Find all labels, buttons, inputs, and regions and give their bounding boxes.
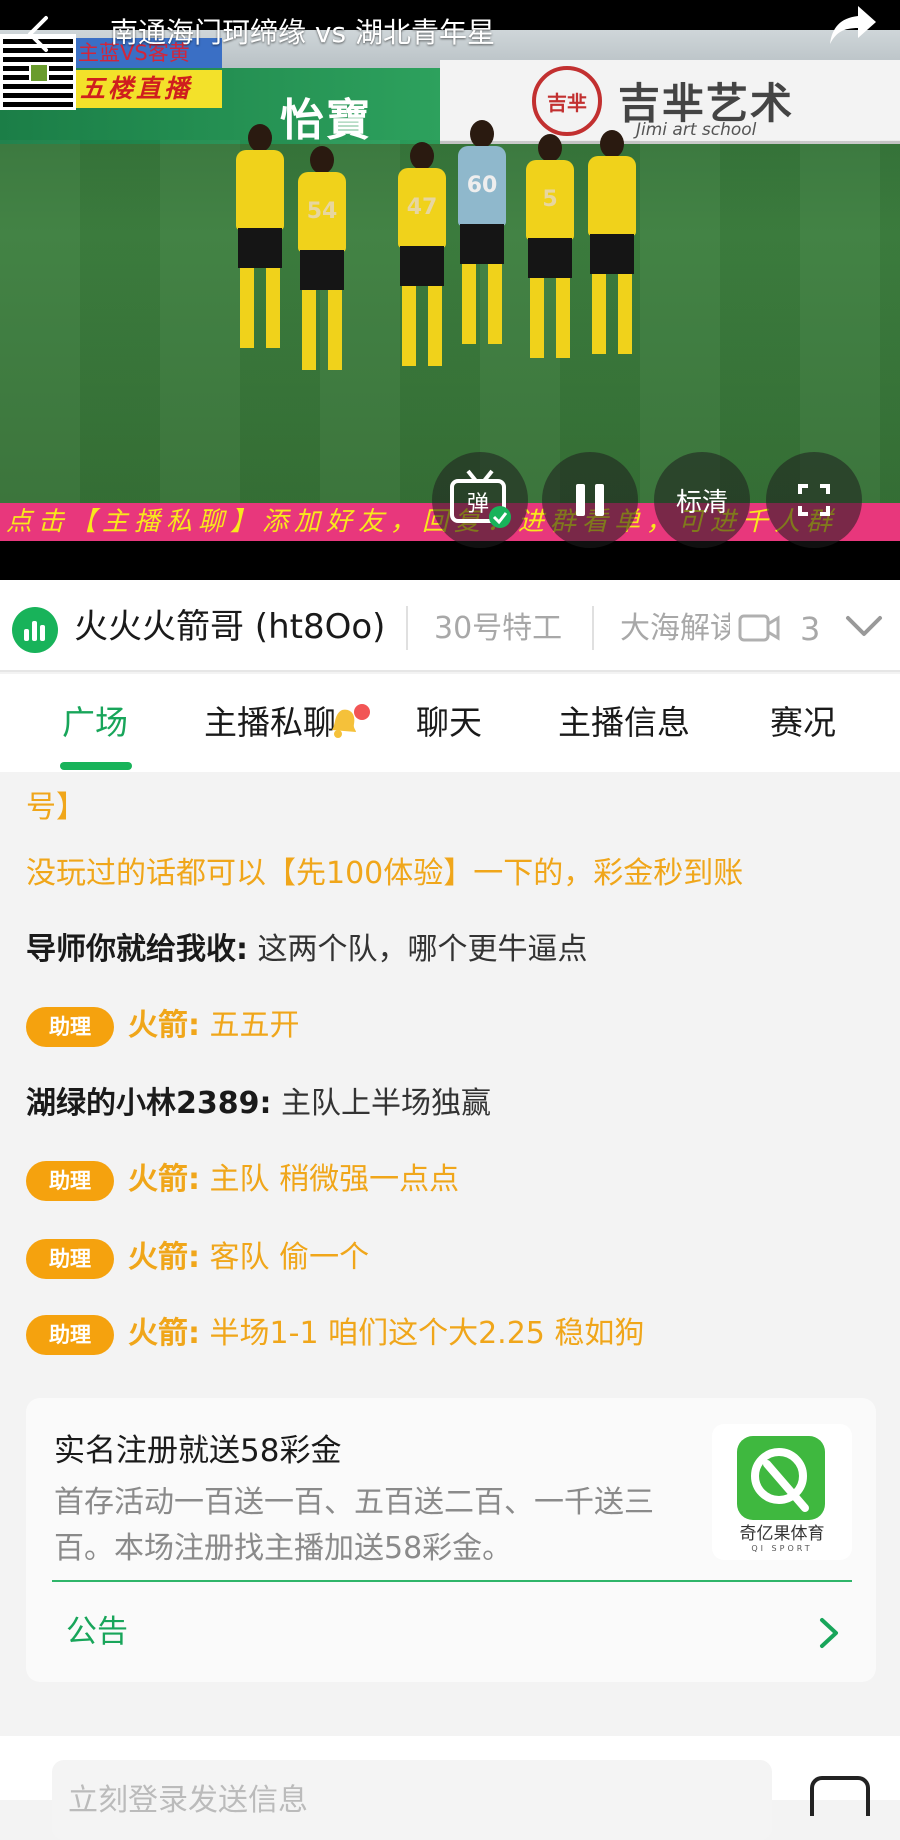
fullscreen-button[interactable]	[766, 452, 862, 548]
tab-active-indicator	[60, 762, 132, 770]
chat-username: 火箭:	[128, 1162, 200, 1197]
quality-button[interactable]: 标清	[654, 452, 750, 548]
back-arrow-icon[interactable]	[20, 14, 60, 54]
chat-message: 没玩过的话都可以【先100体验】一下的，彩金秒到账	[26, 856, 744, 891]
notification-dot	[354, 704, 370, 720]
chat-message: 号】	[26, 790, 86, 825]
anchor-option[interactable]: 大海解读	[620, 606, 730, 652]
video-title: 南通海门珂缔缘 vs 湖北青年星	[110, 16, 495, 49]
player-figure	[234, 124, 286, 364]
notice-description: 首存活动一百送一百、五百送二百、一千送三百。本场注册找主播加送58彩金。	[54, 1485, 654, 1566]
video-camera-icon	[738, 614, 780, 642]
chat-text: 这两个队，哪个更牛逼点	[248, 932, 588, 967]
player-figure: 54	[296, 146, 348, 386]
chevron-down-icon[interactable]	[844, 612, 884, 642]
chat-message: 助理 火箭: 五五开	[26, 1004, 300, 1048]
notice-title: 实名注册就送58彩金	[54, 1433, 342, 1469]
video-topbar: 南通海门珂缔缘 vs 湖北青年星	[0, 0, 900, 66]
assistant-badge: 助理	[26, 1314, 114, 1355]
emoji-icon[interactable]	[810, 1776, 870, 1816]
sponsor-name: 奇亿果体育	[739, 1524, 825, 1544]
assistant-badge: 助理	[26, 1238, 114, 1279]
assistant-badge: 助理	[26, 1006, 114, 1047]
danmaku-icon: 弹	[450, 469, 511, 528]
chat-username: 火箭:	[128, 1316, 200, 1351]
chat-message: 湖绿的小林2389: 主队上半场独赢	[26, 1082, 491, 1126]
assistant-badge: 助理	[26, 1160, 114, 1201]
pause-button[interactable]	[542, 452, 638, 548]
chat-message: 助理 火箭: 主队 稍微强一点点	[26, 1158, 459, 1202]
tab-chat[interactable]: 聊天	[416, 700, 482, 746]
tab-match-status[interactable]: 赛况	[770, 700, 836, 746]
chat-text: 主队上半场独赢	[271, 1086, 492, 1121]
chevron-right-icon[interactable]	[814, 1616, 844, 1650]
chat-text: 主队 稍微强一点点	[200, 1162, 460, 1197]
quality-label: 标清	[675, 487, 728, 518]
chat-input-bar	[0, 1736, 900, 1840]
anchor-count: 3	[800, 610, 821, 648]
chat-username: 导师你就给我收:	[26, 932, 248, 967]
chat-message: 助理 火箭: 客队 偷一个	[26, 1236, 369, 1280]
anchor-option[interactable]: 30号特工	[434, 606, 594, 652]
chat-text: 五五开	[200, 1008, 300, 1043]
chat-text: 客队 偷一个	[200, 1240, 370, 1275]
chat-username: 火箭:	[128, 1008, 200, 1043]
overlay-live-label: 五楼直播	[76, 70, 222, 108]
chat-input[interactable]	[52, 1760, 772, 1840]
chat-text: 半场1-1 咱们这个大2.25 稳如狗	[200, 1316, 645, 1351]
tab-anchor-private-chat[interactable]: 主播私聊	[204, 700, 336, 746]
notice-card: 实名注册就送58彩金 首存活动一百送一百、五百送二百、一千送三百。本场注册找主播…	[26, 1398, 876, 1682]
notice-link[interactable]: 公告	[66, 1610, 128, 1654]
anchor-switcher: 火火火箭哥 (ht8Oo) 30号特工 大海解读 3	[0, 580, 900, 672]
tab-square[interactable]: 广场	[62, 700, 128, 746]
notice-divider	[52, 1580, 852, 1582]
player-figure: 5	[524, 134, 576, 374]
ad-brand-green: 怡寶	[280, 95, 372, 146]
sponsor-app-icon	[737, 1436, 825, 1520]
sponsor-logo[interactable]: 奇亿果体育 QI SPORT	[712, 1424, 852, 1560]
chat-message: 助理 火箭: 半场1-1 咱们这个大2.25 稳如狗	[26, 1312, 644, 1356]
current-anchor[interactable]: 火火火箭哥 (ht8Oo)	[74, 604, 385, 650]
danmaku-toggle[interactable]: 弹	[432, 452, 528, 548]
svg-text:弹: 弹	[467, 492, 489, 517]
goalkeeper-figure: 60	[456, 120, 508, 360]
fullscreen-icon	[798, 484, 830, 516]
sponsor-name-en: QI SPORT	[751, 1544, 813, 1553]
chat-message: 导师你就给我收: 这两个队，哪个更牛逼点	[26, 928, 588, 972]
chat-feed: 号】 没玩过的话都可以【先100体验】一下的，彩金秒到账 导师你就给我收: 这两…	[0, 772, 900, 1392]
live-bars-icon	[12, 607, 58, 653]
player-figure	[586, 130, 638, 370]
ad-brand-en: Jimi art school	[636, 120, 757, 140]
anchor-divider	[406, 606, 408, 650]
ad-board-white: 吉芈 吉芈艺术 Jimi art school	[440, 60, 900, 144]
anchor-divider	[592, 606, 594, 650]
share-icon[interactable]	[826, 2, 880, 48]
chat-username: 火箭:	[128, 1240, 200, 1275]
ad-logo: 吉芈	[532, 66, 602, 136]
video-player[interactable]: 怡寶 吉芈 吉芈艺术 Jimi art school 54 47 60 5 主蓝VS客…	[0, 0, 900, 580]
player-figure: 47	[396, 142, 448, 382]
chat-username: 湖绿的小林2389:	[26, 1086, 272, 1121]
tab-anchor-info[interactable]: 主播信息	[558, 700, 690, 746]
pause-icon	[576, 484, 604, 516]
tab-bar: 广场 主播私聊 聊天 主播信息 赛况	[0, 674, 900, 772]
